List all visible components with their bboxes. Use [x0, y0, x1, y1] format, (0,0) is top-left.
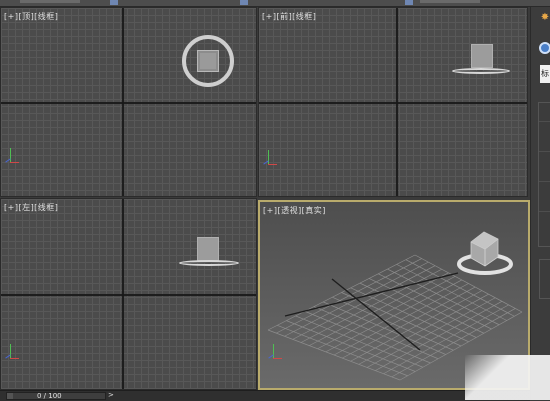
rollout-panel[interactable] — [539, 259, 550, 299]
watermark — [465, 355, 550, 400]
axis-tripod-icon — [5, 148, 19, 168]
viewport-label[interactable]: [+][顶][线框] — [4, 11, 58, 22]
viewport-front[interactable]: [+][前][线框] — [258, 7, 528, 197]
grid-line — [378, 273, 492, 330]
gizmo-ring — [452, 68, 510, 74]
box-object — [470, 231, 499, 267]
time-slider-thumb[interactable] — [7, 393, 13, 399]
viewport-top[interactable]: [+][顶][线框] — [0, 7, 257, 197]
star-icon[interactable]: ✸ — [539, 12, 550, 24]
viewport-left[interactable]: [+][左][线框] — [0, 198, 257, 390]
grid-line — [333, 283, 469, 356]
axis-tripod-icon — [268, 344, 282, 364]
box-object[interactable] — [471, 44, 493, 68]
grid-line — [387, 268, 500, 326]
top-toolbar — [0, 0, 550, 7]
toolbar-icon[interactable] — [110, 0, 118, 5]
toolbar-icon[interactable] — [240, 0, 248, 5]
command-panel: ✸ 标 — [530, 7, 550, 400]
next-frame-button[interactable]: > — [108, 391, 114, 399]
axis-tripod-icon — [5, 344, 19, 364]
toolbar-strip — [20, 0, 80, 3]
rollout-panel[interactable] — [538, 102, 550, 247]
sphere-icon[interactable] — [539, 42, 550, 54]
toolbar-strip — [420, 0, 480, 3]
status-bar: 0 / 100 > — [0, 390, 530, 401]
gizmo-ring — [179, 260, 239, 266]
object-type-field[interactable]: 标 — [540, 65, 550, 83]
toolbar-icon[interactable] — [405, 0, 413, 5]
viewport-label[interactable]: [+][前][线框] — [262, 11, 316, 22]
axis-tripod-icon — [263, 150, 277, 170]
time-slider[interactable]: 0 / 100 — [6, 392, 106, 400]
viewport-label[interactable]: [+][左][线框] — [4, 202, 58, 213]
box-object[interactable] — [197, 50, 219, 72]
time-slider-label: 0 / 100 — [37, 392, 62, 400]
box-object[interactable] — [197, 237, 219, 261]
grid-axis-line — [331, 278, 421, 351]
viewport-label[interactable]: [+][透视][真实] — [263, 205, 326, 216]
